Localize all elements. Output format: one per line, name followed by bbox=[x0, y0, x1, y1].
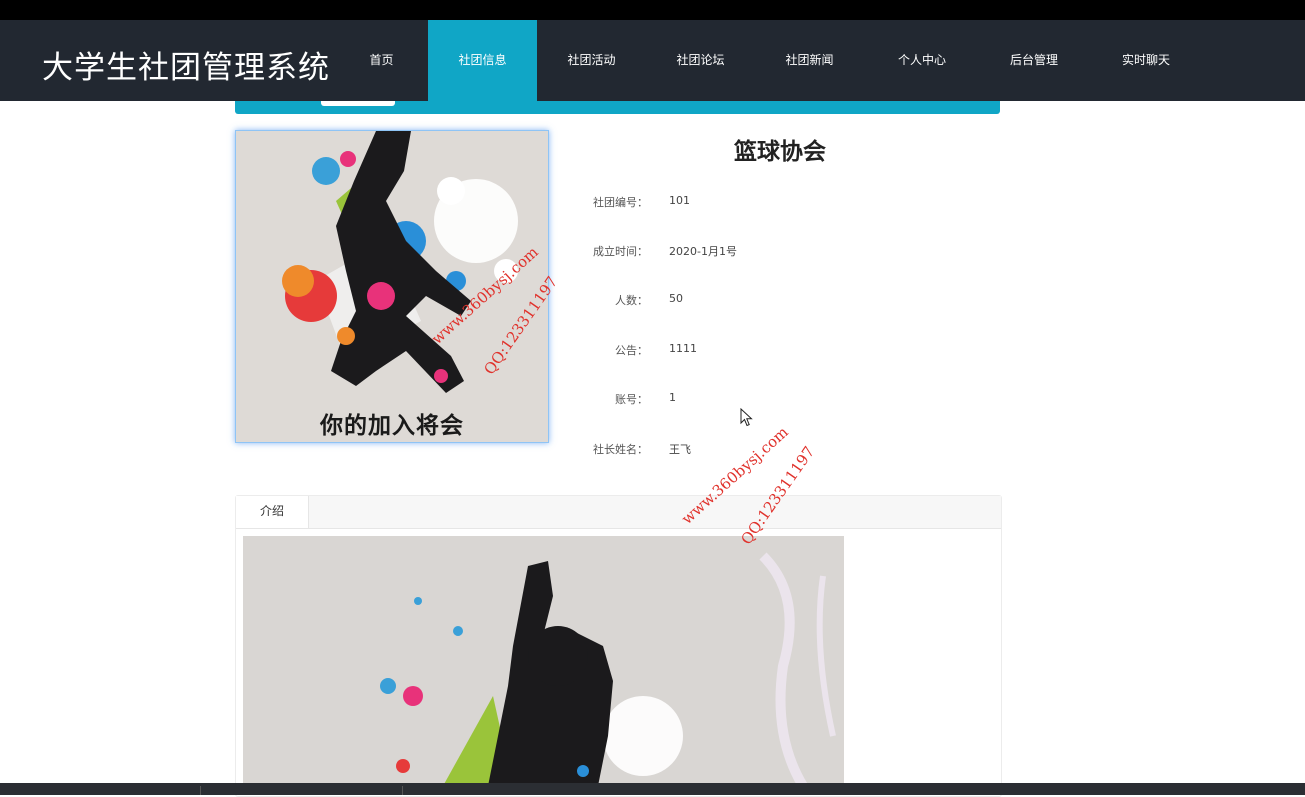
cover-caption: 你的加入将会 bbox=[320, 413, 464, 439]
club-name-heading: 篮球协会 bbox=[734, 139, 826, 165]
nav-item-live-chat[interactable]: 实时聊天 bbox=[1088, 20, 1204, 101]
taskbar-separator bbox=[402, 786, 403, 795]
president-value: 王飞 bbox=[669, 443, 691, 456]
tab-header-bar: 介绍 bbox=[236, 496, 1001, 529]
nav-item-personal-center[interactable]: 个人中心 bbox=[864, 20, 980, 101]
nav-item-admin[interactable]: 后台管理 bbox=[980, 20, 1088, 101]
president-label: 社长姓名： bbox=[593, 443, 648, 456]
tab-intro[interactable]: 介绍 bbox=[236, 496, 309, 528]
top-navbar: 大学生社团管理系统 首页 社团信息 社团活动 社团论坛 社团新闻 个人中心 后台… bbox=[0, 20, 1305, 101]
info-row-account: 账号： 1 bbox=[560, 391, 860, 411]
info-row-members: 人数： 50 bbox=[560, 292, 860, 312]
info-row-club-id: 社团编号： 101 bbox=[560, 194, 860, 214]
members-label: 人数： bbox=[615, 294, 648, 307]
info-row-announcement: 公告： 1111 bbox=[560, 342, 860, 362]
intro-image bbox=[243, 536, 844, 786]
club-id-value: 101 bbox=[669, 194, 690, 207]
announcement-value: 1111 bbox=[669, 342, 697, 355]
account-value: 1 bbox=[669, 391, 676, 404]
account-label: 账号： bbox=[615, 393, 648, 406]
section-header-bar bbox=[235, 101, 1000, 114]
nav-item-home[interactable]: 首页 bbox=[333, 20, 430, 101]
intro-illustration bbox=[243, 536, 844, 786]
taskbar-separator bbox=[200, 786, 201, 795]
site-brand-title[interactable]: 大学生社团管理系统 bbox=[42, 42, 330, 87]
mouse-cursor-icon bbox=[740, 408, 753, 427]
info-row-founded: 成立时间： 2020-1月1号 bbox=[560, 243, 860, 263]
os-taskbar bbox=[0, 783, 1305, 795]
nav-item-club-news[interactable]: 社团新闻 bbox=[755, 20, 864, 101]
founded-label: 成立时间： bbox=[593, 245, 648, 258]
announcement-label: 公告： bbox=[615, 344, 648, 357]
nav-item-club-info[interactable]: 社团信息 bbox=[428, 20, 537, 101]
club-id-label: 社团编号： bbox=[593, 196, 648, 209]
nav-item-club-forum[interactable]: 社团论坛 bbox=[646, 20, 755, 101]
members-value: 50 bbox=[669, 292, 683, 305]
section-header-tab[interactable] bbox=[321, 101, 395, 106]
nav-item-club-activities[interactable]: 社团活动 bbox=[537, 20, 646, 101]
founded-value: 2020-1月1号 bbox=[669, 245, 737, 258]
window-top-bar bbox=[0, 0, 1305, 20]
